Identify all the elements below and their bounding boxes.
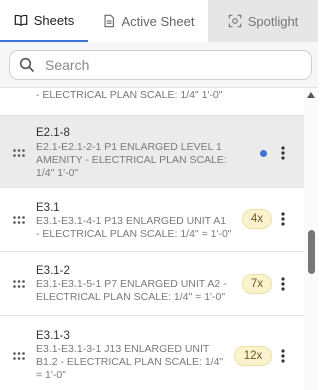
tab-spotlight[interactable]: Spotlight xyxy=(208,0,318,42)
sheet-row-e3-1-2[interactable]: E3.1-2 E3.1-E3.1-5-1 P7 ENLARGED UNIT A2… xyxy=(0,252,304,316)
more-vertical-icon[interactable] xyxy=(281,349,285,363)
usage-count-badge: 12x xyxy=(234,346,272,366)
partial-row-desc: - ELECTRICAL PLAN SCALE: 1/4" 1'-0" xyxy=(0,88,304,116)
more-vertical-icon[interactable] xyxy=(281,212,285,226)
scrollbar[interactable] xyxy=(304,88,318,390)
tab-spotlight-label: Spotlight xyxy=(247,13,299,29)
sheet-row-e3-1[interactable]: E3.1 E3.1-E3.1-4-1 P13 ENLARGED UNIT A1 … xyxy=(0,188,304,252)
sheet-title: E3.1 xyxy=(36,202,60,214)
tab-active-sheet[interactable]: Active Sheet xyxy=(88,0,208,42)
drag-handle-icon[interactable] xyxy=(13,216,25,224)
sheet-list: - ELECTRICAL PLAN SCALE: 1/4" 1'-0" E2.1… xyxy=(0,88,304,390)
sheet-row-e3-1-3[interactable]: E3.1-3 E3.1-E3.1-3-1 J13 ENLARGED UNIT B… xyxy=(0,316,304,390)
tab-active-sheet-label: Active Sheet xyxy=(121,13,195,29)
document-icon xyxy=(103,14,114,28)
tab-bar: Sheets Active Sheet Spotlight xyxy=(0,0,318,42)
tab-sheets-label: Sheets xyxy=(33,12,75,28)
sheet-desc: E3.1-E3.1-5-1 P7 ENLARGED UNIT A2 - ELEC… xyxy=(36,278,227,303)
more-vertical-icon[interactable] xyxy=(281,277,285,291)
search-icon xyxy=(19,57,35,73)
unread-dot-icon xyxy=(260,150,267,157)
drag-handle-icon[interactable] xyxy=(13,149,25,157)
sheet-title: E2.1-8 xyxy=(36,127,70,139)
search-bar xyxy=(0,42,318,88)
search-input[interactable] xyxy=(45,57,295,73)
more-vertical-icon[interactable] xyxy=(281,146,285,160)
scrollbar-thumb[interactable] xyxy=(308,230,315,274)
sheet-title: E3.1-3 xyxy=(36,330,70,342)
drag-handle-icon[interactable] xyxy=(13,280,25,288)
drag-handle-icon[interactable] xyxy=(13,352,25,360)
usage-count-badge: 4x xyxy=(242,209,272,229)
sheets-panel: Sheets Active Sheet Spotlight Search - E… xyxy=(0,0,318,390)
usage-count-badge: 7x xyxy=(242,274,272,294)
sheet-title: E3.1-2 xyxy=(36,265,70,277)
search-box xyxy=(9,50,312,80)
tab-sheets[interactable]: Sheets xyxy=(0,0,88,42)
sheet-desc: E3.1-E3.1-4-1 P13 ENLARGED UNIT A1 - ELE… xyxy=(36,215,232,240)
sheet-row-e2-1-8[interactable]: E2.1-8 E2.1-E2.1-2-1 P1 ENLARGED LEVEL 1… xyxy=(0,116,304,188)
sheet-desc: E2.1-E2.1-2-1 P1 ENLARGED LEVEL 1 AMENIT… xyxy=(36,141,227,179)
scroll-up-arrow-icon[interactable] xyxy=(307,92,315,98)
sheet-desc: E3.1-E3.1-3-1 J13 ENLARGED UNIT B1.2 - E… xyxy=(36,343,224,381)
book-open-icon xyxy=(14,14,28,26)
spotlight-icon xyxy=(228,14,241,28)
